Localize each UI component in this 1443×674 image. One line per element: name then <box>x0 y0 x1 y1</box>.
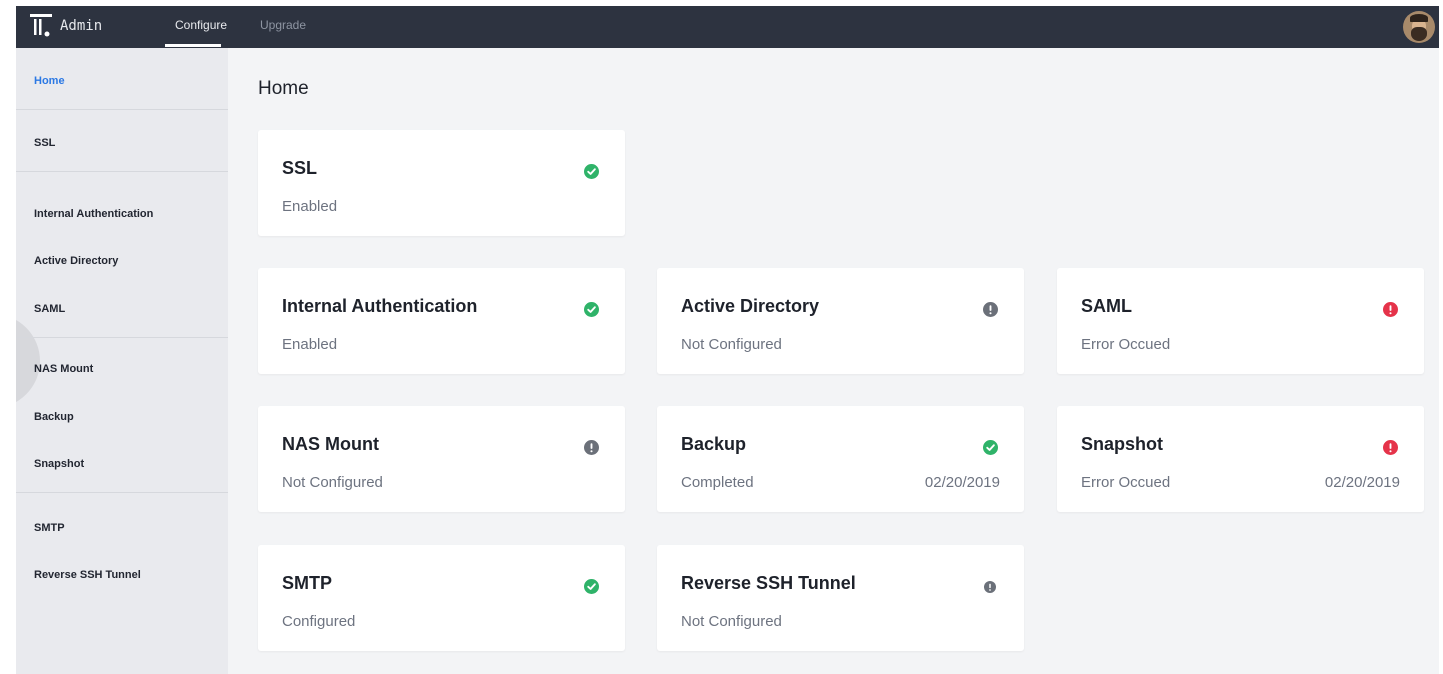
info-circle-icon <box>584 440 599 455</box>
tab-configure[interactable]: Configure <box>175 18 227 32</box>
card-title: SMTP <box>282 573 333 593</box>
card-title: Internal Authentication <box>282 296 478 316</box>
card-title: Active Directory <box>681 296 820 316</box>
sidebar-divider <box>16 171 228 172</box>
card-nas-mount[interactable]: NAS Mount Not Configured <box>258 406 625 512</box>
card-title: Snapshot <box>1081 434 1164 454</box>
card-title: Reverse SSH Tunnel <box>681 573 856 593</box>
sidebar-item-internal-authentication[interactable]: Internal Authentication <box>34 208 153 220</box>
card-status: Completed <box>681 474 754 491</box>
card-saml[interactable]: SAML Error Occued <box>1057 268 1424 374</box>
sidebar-item-saml[interactable]: SAML <box>34 303 65 315</box>
card-status: Error Occued <box>1081 336 1171 353</box>
card-ssl[interactable]: SSL Enabled <box>258 130 625 236</box>
card-reverse-ssh-tunnel[interactable]: Reverse SSH Tunnel Not Configured <box>657 545 1024 651</box>
card-internal-authentication[interactable]: Internal Authentication Enabled <box>258 268 625 374</box>
app-window: Admin Configure Upgrade Home SSL Interna… <box>16 6 1439 674</box>
sidebar-item-nas-mount[interactable]: NAS Mount <box>34 363 93 375</box>
card-status: Enabled <box>282 336 338 353</box>
sidebar-divider <box>16 492 228 493</box>
card-active-directory[interactable]: Active Directory Not Configured <box>657 268 1024 374</box>
card-backup[interactable]: Backup Completed 02/20/2019 <box>657 406 1024 512</box>
page-title: Home <box>258 78 309 99</box>
sidebar: Home SSL Internal Authentication Active … <box>16 48 228 674</box>
error-circle-icon <box>1383 440 1398 455</box>
info-circle-icon <box>984 581 996 593</box>
tab-upgrade[interactable]: Upgrade <box>260 18 306 32</box>
decorative-circle <box>16 314 40 408</box>
sidebar-item-ssl[interactable]: SSL <box>34 137 55 149</box>
card-title: SSL <box>282 158 318 178</box>
card-status: Configured <box>282 613 356 630</box>
error-circle-icon <box>1383 302 1398 317</box>
card-smtp[interactable]: SMTP Configured <box>258 545 625 651</box>
card-status: Not Configured <box>681 613 782 630</box>
logo-icon[interactable] <box>30 14 52 38</box>
sidebar-item-home[interactable]: Home <box>34 75 65 87</box>
card-date: 02/20/2019 <box>1324 474 1400 491</box>
card-status: Error Occued <box>1081 474 1171 491</box>
check-circle-icon <box>584 164 599 179</box>
sidebar-item-snapshot[interactable]: Snapshot <box>34 458 84 470</box>
sidebar-item-smtp[interactable]: SMTP <box>34 522 65 534</box>
card-date: 02/20/2019 <box>924 474 1000 491</box>
sidebar-item-backup[interactable]: Backup <box>34 411 74 423</box>
check-circle-icon <box>983 440 998 455</box>
user-avatar[interactable] <box>1403 11 1435 43</box>
sidebar-item-reverse-ssh-tunnel[interactable]: Reverse SSH Tunnel <box>34 569 141 581</box>
check-circle-icon <box>584 579 599 594</box>
card-status: Not Configured <box>282 474 383 491</box>
card-title: NAS Mount <box>282 434 379 454</box>
card-title: SAML <box>1081 296 1132 316</box>
info-circle-icon <box>983 302 998 317</box>
avatar-beard <box>1411 27 1427 41</box>
brand-name: Admin <box>60 18 103 34</box>
sidebar-divider <box>16 109 228 110</box>
check-circle-icon <box>584 302 599 317</box>
card-title: Backup <box>681 434 747 454</box>
avatar-hair <box>1410 14 1428 22</box>
card-status: Enabled <box>282 198 338 215</box>
sidebar-divider <box>16 337 228 338</box>
active-tab-indicator <box>165 44 221 47</box>
card-status: Not Configured <box>681 336 782 353</box>
sidebar-item-active-directory[interactable]: Active Directory <box>34 255 118 267</box>
top-navigation-bar: Admin Configure Upgrade <box>16 6 1439 48</box>
card-snapshot[interactable]: Snapshot Error Occued 02/20/2019 <box>1057 406 1424 512</box>
